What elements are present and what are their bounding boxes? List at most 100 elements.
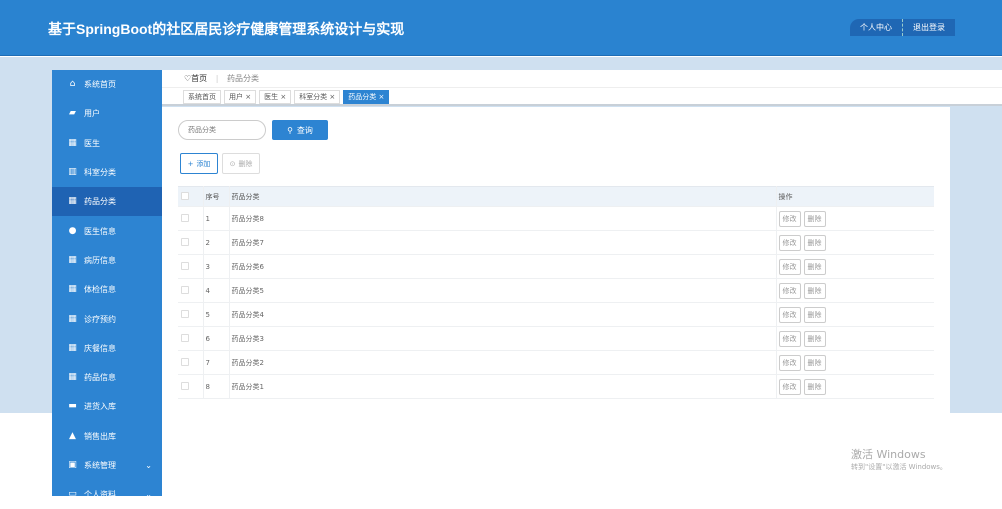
add-button[interactable]: + 添加 xyxy=(180,153,218,174)
row-name: 药品分类8 xyxy=(229,206,777,231)
sidebar-item-label: 病历信息 xyxy=(84,255,116,265)
row-index: 6 xyxy=(203,326,230,351)
edit-button[interactable]: 修改 xyxy=(778,210,801,227)
sidebar-item-label: 系统首页 xyxy=(84,80,116,90)
logout-button[interactable]: 退出登录 xyxy=(902,19,955,36)
row-select-cell xyxy=(178,206,204,231)
row-checkbox[interactable] xyxy=(181,309,189,318)
sidebar-item[interactable]: ▣ 系统管理 ⌄ xyxy=(52,451,162,480)
edit-button[interactable]: 修改 xyxy=(778,330,801,347)
row-checkbox[interactable] xyxy=(181,381,189,390)
sidebar-item[interactable]: ▲ 销售出库 xyxy=(52,422,162,451)
watermark-line1: 激活 Windows xyxy=(851,448,926,461)
sidebar-item[interactable]: ▦ 药品信息 xyxy=(52,363,162,392)
row-index: 8 xyxy=(203,374,230,399)
row-actions: 修改 删除 xyxy=(776,278,934,303)
breadcrumb-separator: | xyxy=(215,74,219,83)
sidebar-item-label: 销售出库 xyxy=(84,431,116,441)
table-row: 8 药品分类1 修改 删除 xyxy=(178,374,934,399)
sidebar-item[interactable]: ▬ 进货入库 xyxy=(52,392,162,421)
row-select-cell xyxy=(178,326,204,351)
breadcrumb: ♡首页 | 药品分类 xyxy=(162,70,1002,88)
search-input[interactable] xyxy=(178,120,266,140)
row-delete-button[interactable]: 删除 xyxy=(803,330,826,347)
edit-button[interactable]: 修改 xyxy=(778,282,801,299)
select-all-cell xyxy=(178,186,204,207)
edit-button[interactable]: 修改 xyxy=(778,258,801,275)
sidebar-item[interactable]: ⌂ 系统首页 xyxy=(52,70,162,99)
sidebar-item[interactable]: ▦ 体检信息 xyxy=(52,275,162,304)
data-table: 序号 药品分类 操作 1 药品分类8 修改 删除 2 药品分类7 修改 删除 3 药… xyxy=(178,186,934,399)
grid-icon: ▦ xyxy=(68,284,77,295)
row-actions: 修改 删除 xyxy=(776,374,934,399)
table-row: 5 药品分类4 修改 删除 xyxy=(178,302,934,327)
row-checkbox[interactable] xyxy=(181,237,189,246)
row-delete-button[interactable]: 删除 xyxy=(803,282,826,299)
breadcrumb-home[interactable]: ♡首页 xyxy=(184,74,207,83)
sidebar-item[interactable]: ▦ 病历信息 xyxy=(52,246,162,275)
row-index: 4 xyxy=(203,278,230,303)
header-actions: 操作 xyxy=(776,186,934,207)
row-select-cell xyxy=(178,230,204,255)
tab-bar: 系统首页 用户 × 医生 × 科室分类 × 药品分类 × xyxy=(162,88,1002,106)
tab[interactable]: 科室分类 × xyxy=(294,90,341,104)
row-delete-button[interactable]: 删除 xyxy=(803,306,826,323)
row-actions: 修改 删除 xyxy=(776,230,934,255)
sidebar-item-label: 系统管理 xyxy=(84,461,116,470)
sidebar-item[interactable]: ▦ 诊疗预约 xyxy=(52,304,162,333)
grid-icon: ▦ xyxy=(68,372,77,383)
sidebar-item[interactable]: ▰ 用户 xyxy=(52,99,162,128)
edit-button[interactable]: 修改 xyxy=(778,234,801,251)
row-delete-button[interactable]: 删除 xyxy=(803,234,826,251)
query-button[interactable]: ⚲ 查询 xyxy=(272,120,328,140)
table-row: 7 药品分类2 修改 删除 xyxy=(178,350,934,375)
row-name: 药品分类3 xyxy=(229,326,777,351)
edit-button[interactable]: 修改 xyxy=(778,354,801,371)
row-checkbox[interactable] xyxy=(181,261,189,270)
edit-button[interactable]: 修改 xyxy=(778,306,801,323)
tab[interactable]: 系统首页 xyxy=(183,90,221,104)
select-all-checkbox[interactable] xyxy=(181,191,189,200)
user-center-button[interactable]: 个人中心 xyxy=(850,19,902,36)
sidebar-item-label: 诊疗预约 xyxy=(84,314,116,324)
tab[interactable]: 用户 × xyxy=(224,90,257,104)
row-select-cell xyxy=(178,374,204,399)
sidebar-item-label: 医生 xyxy=(84,138,100,148)
row-name: 药品分类6 xyxy=(229,254,777,279)
row-delete-button[interactable]: 删除 xyxy=(803,354,826,371)
tab[interactable]: 药品分类 × xyxy=(343,90,390,104)
bulb-icon: ● xyxy=(68,225,77,236)
grid-icon: ▦ xyxy=(68,254,77,265)
row-index: 5 xyxy=(203,302,230,327)
row-checkbox[interactable] xyxy=(181,333,189,342)
row-delete-button[interactable]: 删除 xyxy=(803,210,826,227)
briefcase-icon: ▰ xyxy=(69,108,76,119)
sidebar-item[interactable]: ▭ 个人资料 ⌄ xyxy=(52,480,162,509)
row-checkbox[interactable] xyxy=(181,357,189,366)
monitor-icon: ▬ xyxy=(68,401,77,412)
sidebar-item[interactable]: ▦ 药品分类 xyxy=(52,187,162,217)
search-icon: ⚲ xyxy=(287,125,293,135)
delete-button[interactable]: ⊙ 删除 xyxy=(222,153,260,174)
user-icon: ▲ xyxy=(69,430,76,441)
sidebar: ⌂ 系统首页 ▰ 用户 ▦ 医生 ▥ 科室分类 ▦ 药品分类 ● 医生信息 ▦ 病历信息 ▦ 体检信息 ▦ 诊疗预… xyxy=(52,70,162,499)
row-actions: 修改 删除 xyxy=(776,254,934,279)
row-checkbox[interactable] xyxy=(181,213,189,222)
row-checkbox[interactable] xyxy=(181,285,189,294)
sidebar-item-label: 医生信息 xyxy=(84,226,116,236)
sidebar-item[interactable]: ● 医生信息 xyxy=(52,216,162,245)
row-index: 1 xyxy=(203,206,230,231)
sidebar-item[interactable]: ▦ 医生 xyxy=(52,129,162,158)
tab[interactable]: 医生 × xyxy=(259,90,292,104)
edit-button[interactable]: 修改 xyxy=(778,378,801,395)
grid-icon: ▦ xyxy=(68,196,77,207)
table-row: 6 药品分类3 修改 删除 xyxy=(178,326,934,351)
table-row: 1 药品分类8 修改 删除 xyxy=(178,206,934,231)
sidebar-item[interactable]: ▥ 科室分类 xyxy=(52,158,162,187)
row-delete-button[interactable]: 删除 xyxy=(803,378,826,395)
chevron-down-icon: ⌄ xyxy=(145,490,152,500)
row-name: 药品分类4 xyxy=(229,302,777,327)
row-delete-button[interactable]: 删除 xyxy=(803,258,826,275)
sidebar-item[interactable]: ▦ 庆餐信息 xyxy=(52,334,162,363)
sidebar-item-label: 用户 xyxy=(84,109,100,119)
